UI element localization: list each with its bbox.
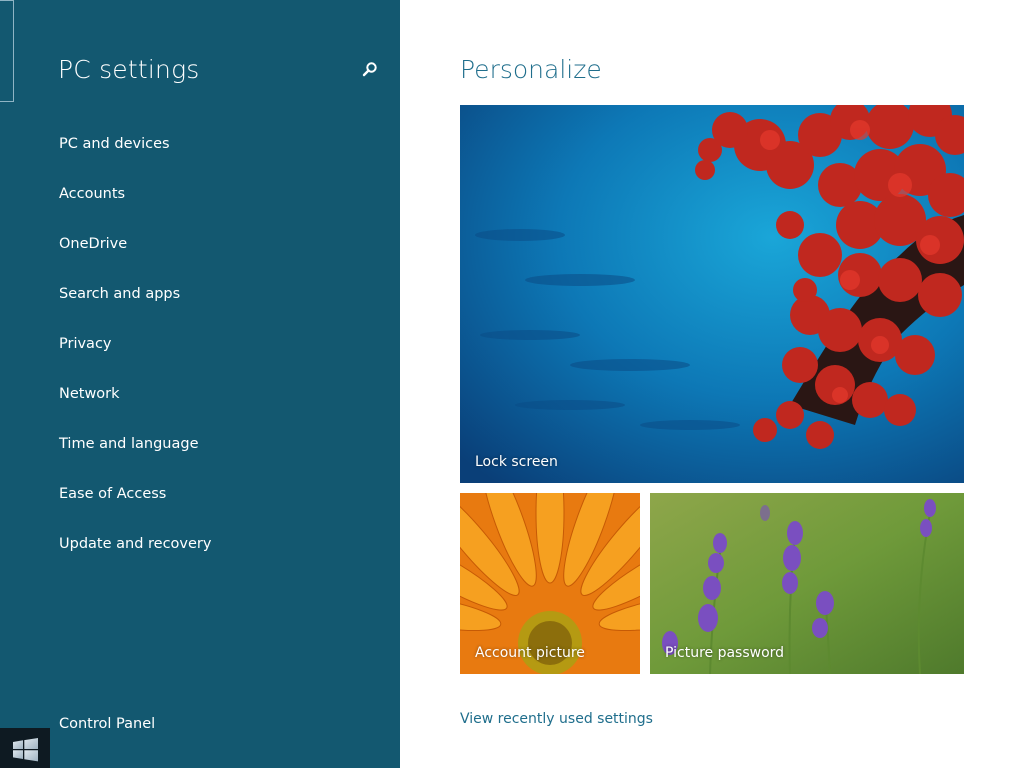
windows-logo-icon [13, 738, 38, 762]
sidebar-item-search-and-apps[interactable]: Search and apps [0, 278, 400, 328]
search-icon [362, 62, 377, 77]
lock-screen-tile[interactable]: Lock screen [460, 105, 964, 483]
lock-screen-image [460, 105, 964, 483]
picture-password-label: Picture password [665, 645, 785, 661]
control-panel-link[interactable]: Control Panel [59, 716, 155, 732]
app-title: PC settings [58, 55, 200, 84]
account-picture-label: Account picture [475, 645, 585, 661]
sidebar-item-onedrive[interactable]: OneDrive [0, 228, 400, 278]
sidebar-item-pc-and-devices[interactable]: PC and devices [0, 128, 400, 178]
search-button[interactable] [360, 60, 380, 80]
sidebar: PC settings PC and devices Accounts OneD… [0, 0, 400, 768]
focus-edge-indicator [0, 0, 14, 102]
sidebar-item-time-and-language[interactable]: Time and language [0, 428, 400, 478]
page-title: Personalize [460, 55, 602, 84]
picture-password-tile[interactable]: Picture password [650, 493, 964, 674]
sidebar-item-privacy[interactable]: Privacy [0, 328, 400, 378]
sidebar-item-accounts[interactable]: Accounts [0, 178, 400, 228]
start-button[interactable] [0, 728, 50, 768]
sidebar-item-ease-of-access[interactable]: Ease of Access [0, 478, 400, 528]
sidebar-nav: PC and devices Accounts OneDrive Search … [0, 128, 400, 578]
pc-settings-window: PC settings PC and devices Accounts OneD… [0, 0, 1024, 768]
account-picture-tile[interactable]: Account picture [460, 493, 640, 674]
lock-screen-label: Lock screen [475, 454, 558, 470]
sidebar-item-update-and-recovery[interactable]: Update and recovery [0, 528, 400, 578]
view-recent-settings-link[interactable]: View recently used settings [460, 711, 653, 727]
sidebar-item-network[interactable]: Network [0, 378, 400, 428]
